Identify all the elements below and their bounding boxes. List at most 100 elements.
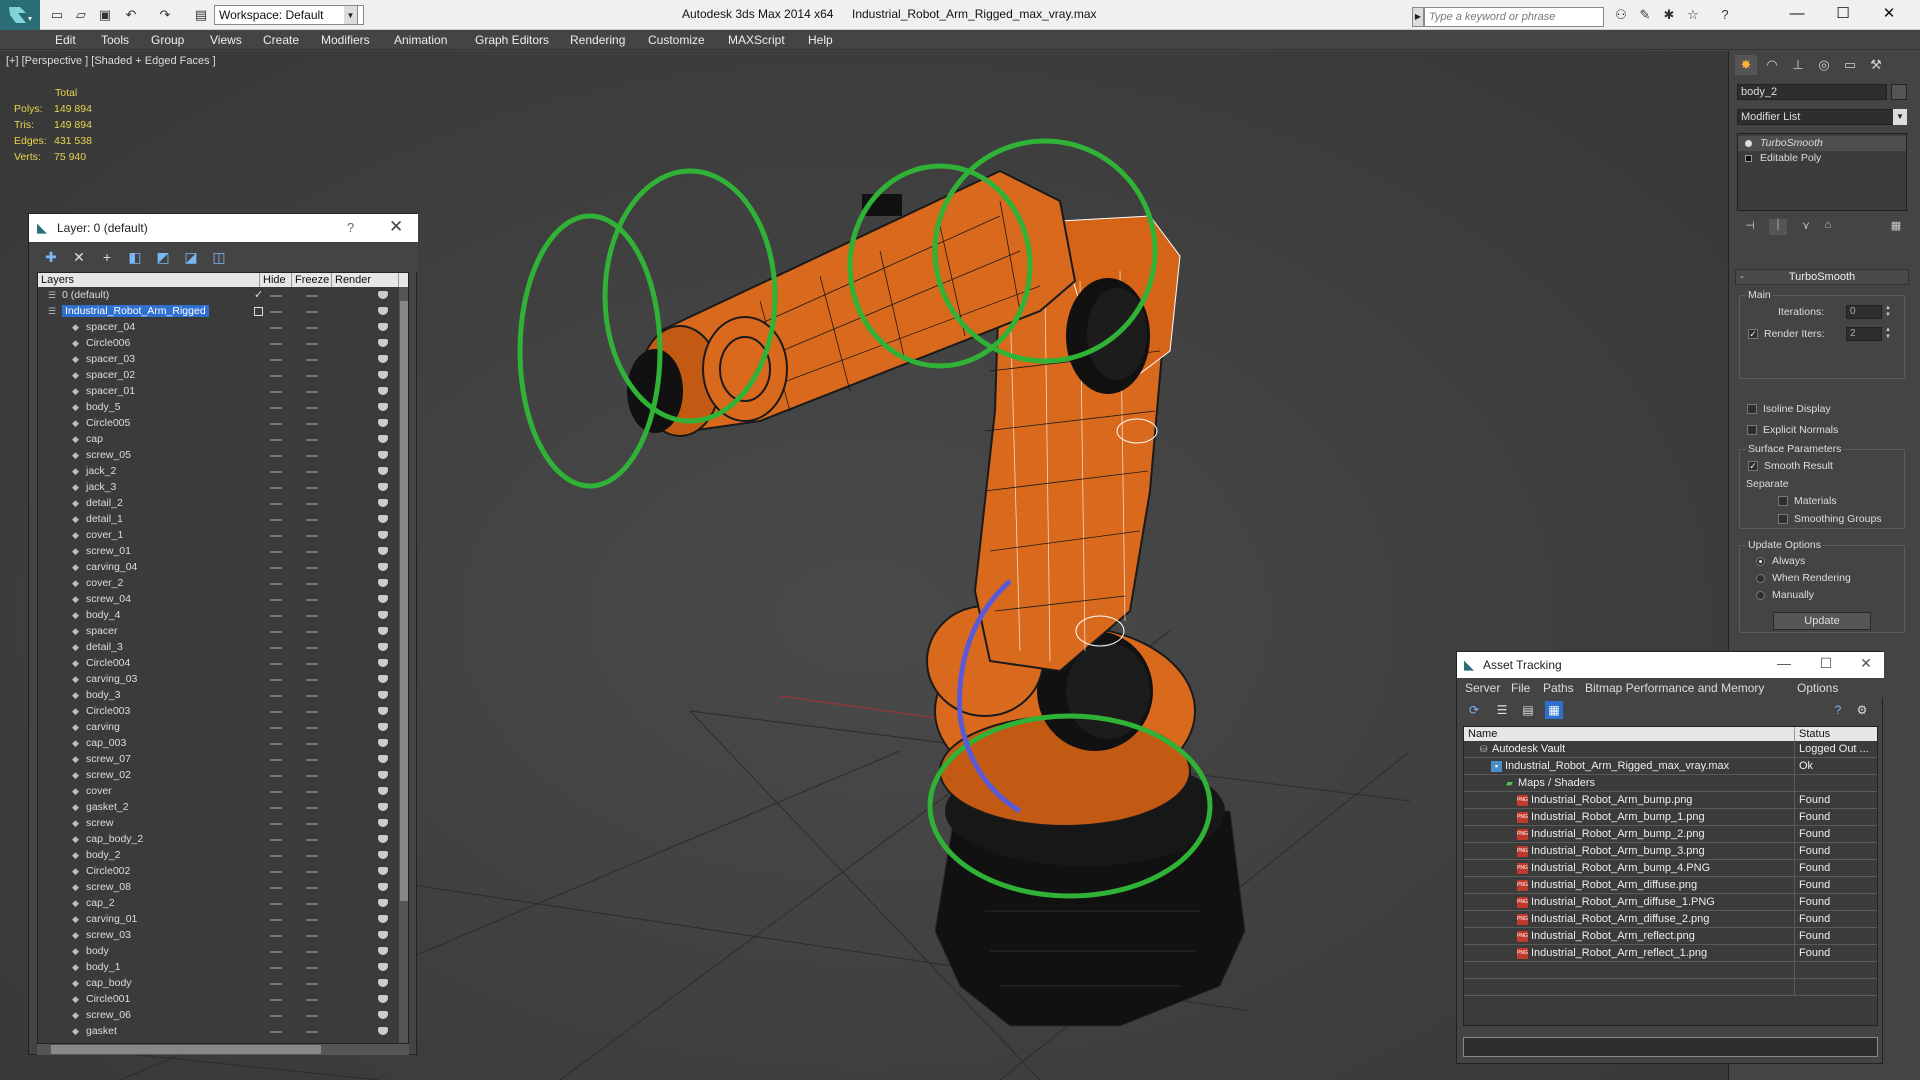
menu-graph-editors[interactable]: Graph Editors xyxy=(475,33,549,47)
make-unique-icon[interactable]: ⋎ xyxy=(1797,219,1815,235)
show-end-result-icon[interactable]: ⏐ xyxy=(1769,219,1787,235)
column-hide[interactable]: Hide xyxy=(260,273,292,287)
list-view-icon[interactable]: ☰ xyxy=(1493,701,1511,719)
render-teapot-icon[interactable] xyxy=(378,675,388,683)
layer-object-row[interactable]: ◆ body_3 xyxy=(38,688,400,704)
asset-row[interactable]: PNG Industrial_Robot_Arm_bump_3.png Found xyxy=(1464,843,1877,860)
hide-toggle[interactable] xyxy=(270,775,282,777)
layer-object-row[interactable]: ◆ carving_04 xyxy=(38,560,400,576)
render-teapot-icon[interactable] xyxy=(378,355,388,363)
render-teapot-icon[interactable] xyxy=(378,563,388,571)
render-teapot-icon[interactable] xyxy=(378,547,388,555)
freeze-toggle[interactable] xyxy=(306,695,318,697)
layer-vertical-scroll-thumb[interactable] xyxy=(400,301,408,901)
render-teapot-icon[interactable] xyxy=(378,595,388,603)
hide-toggle[interactable] xyxy=(270,855,282,857)
asset-row[interactable]: PNG Industrial_Robot_Arm_diffuse_1.PNG Fou… xyxy=(1464,894,1877,911)
render-iters-checkbox[interactable]: ✓ xyxy=(1748,329,1758,339)
refresh-icon[interactable]: ⟳ xyxy=(1465,701,1483,719)
help-icon[interactable]: ? xyxy=(1716,6,1734,24)
layer-object-row[interactable]: ◆ screw_02 xyxy=(38,768,400,784)
freeze-toggle[interactable] xyxy=(306,615,318,617)
hide-all-layers-icon[interactable]: ◪ xyxy=(181,248,201,266)
explicit-normals-checkbox[interactable] xyxy=(1747,425,1757,435)
layer-object-row[interactable]: ◆ Circle001 xyxy=(38,992,400,1008)
freeze-toggle[interactable] xyxy=(306,311,318,313)
render-teapot-icon[interactable] xyxy=(378,483,388,491)
asset-menu-server[interactable]: Server xyxy=(1465,681,1500,695)
asset-row[interactable]: ▪ Industrial_Robot_Arm_Rigged_max_vray.ma… xyxy=(1464,758,1877,775)
layer-vertical-scrollbar[interactable] xyxy=(399,287,408,1043)
layer-object-row[interactable]: ◆ screw_05 xyxy=(38,448,400,464)
asset-help-icon[interactable]: ? xyxy=(1829,701,1847,719)
manually-radio[interactable] xyxy=(1756,591,1765,600)
hide-toggle[interactable] xyxy=(270,551,282,553)
render-teapot-icon[interactable] xyxy=(378,723,388,731)
hide-toggle[interactable] xyxy=(270,887,282,889)
render-teapot-icon[interactable] xyxy=(378,931,388,939)
menu-create[interactable]: Create xyxy=(263,33,299,47)
hide-toggle[interactable] xyxy=(270,711,282,713)
freeze-toggle[interactable] xyxy=(306,631,318,633)
render-teapot-icon[interactable] xyxy=(378,755,388,763)
turbosmooth-rollout-header[interactable]: - TurboSmooth xyxy=(1735,269,1909,285)
render-teapot-icon[interactable] xyxy=(378,419,388,427)
layer-object-row[interactable]: ◆ detail_1 xyxy=(38,512,400,528)
asset-tracking-titlebar[interactable]: ◣ Asset Tracking — ☐ ✕ xyxy=(1457,652,1884,678)
open-file-icon[interactable]: ▱ xyxy=(72,6,90,24)
render-teapot-icon[interactable] xyxy=(378,803,388,811)
when-rendering-radio[interactable] xyxy=(1756,574,1765,583)
asset-maximize-button[interactable]: ☐ xyxy=(1811,655,1841,675)
render-iters-spinner-arrows-icon[interactable]: ▲ ▼ xyxy=(1884,327,1892,341)
hide-toggle[interactable] xyxy=(270,407,282,409)
detail-view-icon[interactable]: ▤ xyxy=(1519,701,1537,719)
modify-tab-icon[interactable]: ◠ xyxy=(1761,55,1783,75)
asset-row[interactable]: PNG Industrial_Robot_Arm_bump_2.png Found xyxy=(1464,826,1877,843)
asset-row[interactable]: PNG Industrial_Robot_Arm_diffuse_2.png Fou… xyxy=(1464,911,1877,928)
freeze-toggle[interactable] xyxy=(306,407,318,409)
asset-menu-options[interactable]: Options xyxy=(1797,681,1838,695)
hide-toggle[interactable] xyxy=(270,823,282,825)
table-view-icon[interactable]: ▦ xyxy=(1545,701,1563,719)
menu-rendering[interactable]: Rendering xyxy=(570,33,625,47)
render-teapot-icon[interactable] xyxy=(378,819,388,827)
freeze-toggle[interactable] xyxy=(306,871,318,873)
update-button[interactable]: Update xyxy=(1773,612,1871,630)
layer-object-row[interactable]: ◆ detail_2 xyxy=(38,496,400,512)
freeze-toggle[interactable] xyxy=(306,887,318,889)
asset-options-icon[interactable]: ⚙ xyxy=(1853,701,1871,719)
layer-horizontal-scroll-thumb[interactable] xyxy=(51,1045,321,1054)
hide-toggle[interactable] xyxy=(270,615,282,617)
create-layer-icon[interactable]: ✚ xyxy=(41,248,61,266)
layer-object-row[interactable]: ◆ gasket xyxy=(38,1024,400,1040)
render-teapot-icon[interactable] xyxy=(378,883,388,891)
freeze-toggle[interactable] xyxy=(306,839,318,841)
hide-toggle[interactable] xyxy=(270,423,282,425)
hide-toggle[interactable] xyxy=(270,647,282,649)
maximize-button[interactable]: ☐ xyxy=(1820,0,1866,30)
asset-row[interactable]: PNG Industrial_Robot_Arm_bump.png Found xyxy=(1464,792,1877,809)
configure-sets-icon[interactable]: ▦ xyxy=(1887,219,1905,235)
column-status[interactable]: Status xyxy=(1795,727,1877,741)
remove-modifier-icon[interactable]: ⌂ xyxy=(1819,219,1837,235)
layer-object-row[interactable]: ◆ screw_04 xyxy=(38,592,400,608)
hide-toggle[interactable] xyxy=(270,871,282,873)
hide-toggle[interactable] xyxy=(270,439,282,441)
layer-object-row[interactable]: ◆ cap_003 xyxy=(38,736,400,752)
render-iters-spinner[interactable]: 2 xyxy=(1846,327,1882,341)
menu-views[interactable]: Views xyxy=(210,33,242,47)
display-tab-icon[interactable]: ▭ xyxy=(1839,55,1861,75)
render-teapot-icon[interactable] xyxy=(378,771,388,779)
add-to-layer-icon[interactable]: + xyxy=(97,248,117,266)
freeze-toggle[interactable] xyxy=(306,551,318,553)
freeze-toggle[interactable] xyxy=(306,855,318,857)
layer-object-row[interactable]: ◆ carving xyxy=(38,720,400,736)
render-teapot-icon[interactable] xyxy=(378,979,388,987)
menu-group[interactable]: Group xyxy=(151,33,184,47)
layer-object-row[interactable]: ◆ carving_01 xyxy=(38,912,400,928)
layer-dialog-help-button[interactable]: ? xyxy=(347,220,354,235)
freeze-toggle[interactable] xyxy=(306,359,318,361)
render-teapot-icon[interactable] xyxy=(378,387,388,395)
hide-toggle[interactable] xyxy=(270,967,282,969)
hide-toggle[interactable] xyxy=(270,1015,282,1017)
